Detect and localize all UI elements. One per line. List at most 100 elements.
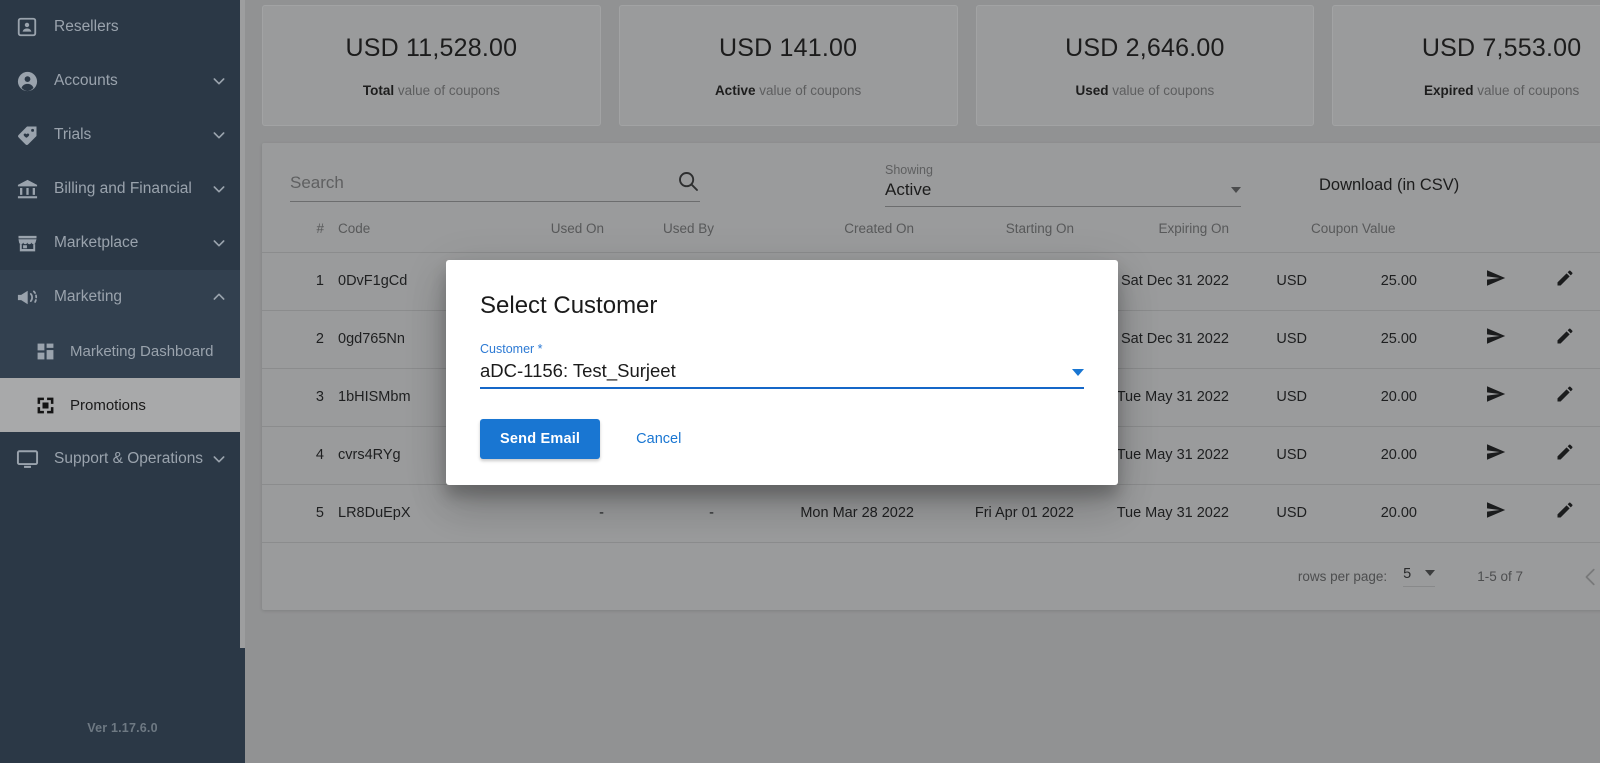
card-caption-suffix: value of coupons bbox=[394, 82, 500, 98]
rows-per-page-label: rows per page: bbox=[1297, 569, 1388, 585]
column-header-used-by: Used By bbox=[662, 221, 714, 236]
pencil-icon[interactable] bbox=[1555, 268, 1575, 288]
send-icon[interactable] bbox=[1485, 441, 1507, 463]
cell-starting-on: Fri Apr 01 2022 bbox=[914, 484, 1074, 543]
table-toolbar: Showing Active Download (in CSV) bbox=[262, 143, 1600, 221]
sidebar-item-label: Billing and Financial bbox=[54, 180, 192, 197]
send-icon[interactable] bbox=[1485, 499, 1507, 521]
dialog-title: Select Customer bbox=[480, 292, 658, 319]
table-head: # Code Used On Used By Created On Starti… bbox=[262, 221, 1600, 253]
megaphone-icon bbox=[14, 284, 40, 310]
cell-expiring-on: Tue May 31 2022 bbox=[1074, 484, 1229, 543]
pencil-icon[interactable] bbox=[1555, 326, 1575, 346]
sidebar-item-label: Marketplace bbox=[54, 234, 139, 251]
chevron-down-icon[interactable] bbox=[211, 127, 227, 143]
chevron-down-icon[interactable] bbox=[211, 181, 227, 197]
sidebar-item-label: Support & Operations bbox=[54, 450, 204, 467]
search-field[interactable] bbox=[290, 169, 700, 202]
summary-card-total: USD 11,528.00 Total value of coupons bbox=[262, 5, 601, 126]
cell-coupon-value: 25.00 bbox=[1307, 310, 1417, 369]
sidebar-item-resellers[interactable]: Resellers bbox=[0, 0, 245, 54]
sidebar-item-marketing[interactable]: Marketing bbox=[0, 270, 245, 324]
cell-used-on: - bbox=[444, 484, 604, 543]
account-circle-icon bbox=[14, 68, 40, 94]
column-header-number: # bbox=[316, 221, 324, 236]
download-csv-button[interactable]: Download (in CSV) bbox=[1319, 176, 1459, 195]
cell-coupon-value: 20.00 bbox=[1307, 426, 1417, 485]
sidebar-item-support-and-operations[interactable]: Support & Operations bbox=[0, 432, 245, 486]
rows-per-page-select[interactable]: 5 bbox=[1403, 566, 1436, 588]
sidebar-item-label: Trials bbox=[54, 126, 92, 143]
cell-number: 3 bbox=[262, 368, 324, 427]
column-header-code: Code bbox=[338, 221, 371, 236]
search-icon[interactable] bbox=[676, 169, 700, 193]
cancel-button[interactable]: Cancel bbox=[620, 419, 697, 459]
bank-icon bbox=[14, 176, 40, 202]
column-header-send bbox=[1417, 221, 1507, 253]
dialog-actions: Send Email Cancel bbox=[480, 419, 1084, 459]
sidebar-item-label: Resellers bbox=[54, 18, 119, 35]
cell-code: 0DvF1gCd bbox=[324, 251, 444, 311]
sidebar-item-label: Promotions bbox=[70, 396, 146, 414]
sidebar-item-billing-and-financial[interactable]: Billing and Financial bbox=[0, 162, 245, 216]
send-icon[interactable] bbox=[1485, 267, 1507, 289]
customer-select[interactable]: aDC-1156: Test_Surjeet bbox=[480, 360, 1084, 389]
pencil-icon[interactable] bbox=[1555, 442, 1575, 462]
cell-code: 1bHISMbm bbox=[324, 368, 444, 427]
card-caption-emphasis: Active bbox=[714, 82, 756, 98]
showing-filter-select[interactable]: Active bbox=[885, 180, 1241, 207]
promotions-icon bbox=[34, 392, 56, 418]
summary-cards: USD 11,528.00 Total value of coupons USD… bbox=[245, 0, 1600, 126]
pencil-icon[interactable] bbox=[1555, 500, 1575, 520]
sidebar-item-marketing-dashboard[interactable]: Marketing Dashboard bbox=[0, 324, 245, 378]
cell-number: 1 bbox=[262, 251, 324, 311]
app-root: Resellers Accounts Trials Billing and Fi… bbox=[0, 0, 1600, 763]
cell-created-on: Mon Mar 28 2022 bbox=[714, 484, 914, 543]
sidebar-item-trials[interactable]: Trials bbox=[0, 108, 245, 162]
card-amount: USD 2,646.00 bbox=[1065, 33, 1225, 62]
chevron-down-icon bbox=[1425, 570, 1436, 577]
sidebar-item-marketplace[interactable]: Marketplace bbox=[0, 216, 245, 270]
send-icon[interactable] bbox=[1485, 325, 1507, 347]
chevron-down-icon[interactable] bbox=[211, 451, 227, 467]
search-container bbox=[290, 169, 700, 202]
cell-currency: USD bbox=[1229, 310, 1307, 369]
showing-filter-container: Showing Active bbox=[885, 163, 1241, 207]
table-header-row: # Code Used On Used By Created On Starti… bbox=[262, 221, 1600, 253]
resellers-badge-icon bbox=[14, 14, 40, 40]
card-caption: Total value of coupons bbox=[363, 83, 500, 98]
required-marker: * bbox=[537, 342, 543, 356]
card-caption: Active value of coupons bbox=[715, 83, 861, 98]
send-email-button[interactable]: Send Email bbox=[480, 419, 601, 459]
card-amount: USD 141.00 bbox=[719, 33, 858, 62]
sidebar-item-accounts[interactable]: Accounts bbox=[0, 54, 245, 108]
cell-code: cvrs4RYg bbox=[324, 426, 444, 485]
sidebar-item-label: Marketing bbox=[54, 288, 123, 305]
search-input[interactable] bbox=[290, 172, 676, 193]
cell-coupon-value: 25.00 bbox=[1307, 251, 1417, 311]
chevron-down-icon[interactable] bbox=[211, 73, 227, 89]
column-header-starting-on: Starting On bbox=[1005, 221, 1074, 236]
sidebar-item-promotions[interactable]: Promotions bbox=[0, 378, 245, 432]
send-icon[interactable] bbox=[1485, 383, 1507, 405]
card-caption-emphasis: Total bbox=[362, 82, 395, 98]
pagination-range-label: 1-5 of 7 bbox=[1477, 569, 1523, 585]
chevron-up-icon[interactable] bbox=[211, 289, 227, 305]
chevron-down-icon bbox=[1231, 187, 1241, 193]
chevron-down-icon[interactable] bbox=[211, 235, 227, 251]
chevron-left-icon[interactable] bbox=[1571, 557, 1600, 597]
cell-code: 0gd765Nn bbox=[324, 310, 444, 369]
summary-card-active: USD 141.00 Active value of coupons bbox=[618, 5, 958, 126]
customer-field-label-text: Customer bbox=[480, 342, 535, 356]
sidebar-item-label: Marketing Dashboard bbox=[70, 342, 214, 360]
pencil-icon[interactable] bbox=[1555, 384, 1575, 404]
column-header-status bbox=[1575, 221, 1600, 253]
cell-number: 2 bbox=[262, 310, 324, 369]
column-header-created-on: Created On bbox=[844, 221, 914, 236]
card-amount: USD 7,553.00 bbox=[1421, 33, 1582, 62]
table-row[interactable]: 5 LR8DuEpX - - Mon Mar 28 2022 Fri Apr 0… bbox=[262, 484, 1600, 543]
showing-filter-label: Showing bbox=[885, 163, 933, 177]
customer-field-label: Customer * bbox=[480, 342, 1084, 356]
column-header-edit bbox=[1507, 221, 1575, 253]
storefront-icon bbox=[14, 230, 40, 256]
